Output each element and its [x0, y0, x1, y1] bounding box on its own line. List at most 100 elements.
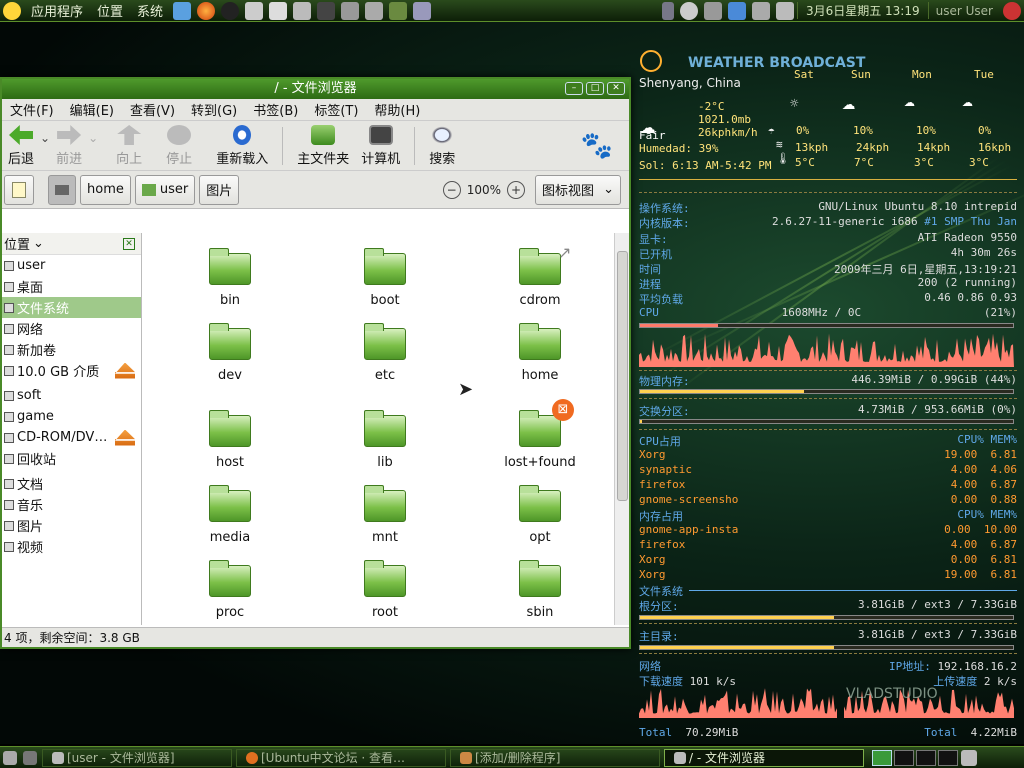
stop-button[interactable]: 停止	[160, 121, 198, 167]
zoom-in-icon[interactable]: +	[507, 180, 525, 199]
file-item[interactable]: opt	[480, 485, 600, 545]
sidebar-item-user[interactable]: user	[2, 255, 141, 276]
sidebar-item-filesystem[interactable]: 文件系统	[2, 297, 141, 318]
firefox-icon[interactable]	[197, 1, 216, 20]
sidebar-item-network[interactable]: 网络	[2, 318, 141, 339]
sidebar-header[interactable]: 位置 ⌄ ✕	[2, 233, 141, 255]
trash-icon[interactable]	[961, 749, 977, 766]
minimize-button[interactable]: –	[565, 82, 583, 95]
up-button[interactable]: 向上	[110, 121, 148, 167]
workspace-4[interactable]	[938, 749, 958, 766]
keyboard-icon[interactable]	[751, 1, 770, 20]
file-item[interactable]: mnt	[325, 485, 445, 545]
home-button[interactable]: 主文件夹	[291, 121, 355, 167]
menu-bookmarks[interactable]: 书签(B)	[245, 100, 306, 119]
sidebar-item-trash[interactable]: 回收站	[2, 448, 141, 469]
disk-icon[interactable]	[269, 1, 288, 20]
back-history-chevron-icon[interactable]: ⌄	[40, 131, 50, 145]
workspace-3[interactable]	[916, 749, 936, 766]
file-item[interactable]: media	[170, 485, 290, 545]
sidebar-item-music[interactable]: 音乐	[2, 494, 141, 515]
eject-icon[interactable]	[115, 429, 135, 446]
sidebar-item-new-volume[interactable]: 新加卷	[2, 339, 141, 360]
folder-icon	[209, 560, 251, 597]
menu-edit[interactable]: 编辑(E)	[62, 100, 122, 119]
menu-tabs[interactable]: 标签(T)	[306, 100, 366, 119]
zoom-out-icon[interactable]: −	[442, 180, 461, 199]
calculator-icon[interactable]	[293, 1, 312, 20]
user-switcher[interactable]: user User	[929, 4, 1000, 18]
ubuntu-logo-icon[interactable]	[3, 1, 21, 20]
back-button[interactable]: 后退	[2, 121, 40, 167]
file-item[interactable]: proc	[170, 560, 290, 620]
tray-monitor-icon[interactable]	[703, 1, 722, 20]
path-home-button[interactable]: home	[80, 174, 131, 205]
task-firefox[interactable]: [Ubuntu中文论坛 · 查看…	[236, 748, 446, 767]
sidebar-item-soft[interactable]: soft	[2, 385, 141, 406]
console-icon[interactable]	[317, 1, 336, 20]
close-sidebar-icon[interactable]: ✕	[123, 237, 135, 250]
view-mode-select[interactable]: 图标视图 ⌄	[535, 174, 621, 205]
menu-help[interactable]: 帮助(H)	[366, 100, 428, 119]
file-item[interactable]: cdrom ↗	[480, 243, 600, 308]
sidebar-item-media[interactable]: 10.0 GB 介质	[2, 360, 141, 381]
menu-go[interactable]: 转到(G)	[183, 100, 245, 119]
task-file-browser-root[interactable]: / - 文件浏览器	[664, 748, 864, 767]
file-item[interactable]: host	[170, 410, 290, 470]
sidebar-item-videos[interactable]: 视频	[2, 536, 141, 557]
file-item[interactable]: lib	[325, 410, 445, 470]
forward-history-chevron-icon[interactable]: ⌄	[88, 131, 98, 145]
window-titlebar[interactable]: / - 文件浏览器 – □ ✕	[2, 79, 629, 99]
settings-icon[interactable]	[413, 1, 432, 20]
task-file-browser-user[interactable]: [user - 文件浏览器]	[42, 748, 232, 767]
reload-button[interactable]: 重新载入	[210, 121, 274, 167]
search-button[interactable]: 搜索	[423, 121, 461, 167]
sidebar-item-pictures[interactable]: 图片	[2, 515, 141, 536]
terminal-launcher-icon[interactable]	[245, 1, 264, 20]
file-item[interactable]: dev	[170, 323, 290, 383]
menu-places[interactable]: 位置	[90, 1, 130, 20]
gear-icon[interactable]	[679, 1, 698, 20]
file-item[interactable]: lost+found ⊠	[480, 399, 600, 470]
workspace-1[interactable]	[872, 749, 892, 766]
menu-system[interactable]: 系统	[130, 1, 170, 20]
network-icon[interactable]	[173, 1, 192, 20]
camera-icon[interactable]	[341, 1, 360, 20]
file-item[interactable]: home	[480, 323, 600, 383]
sidebar-item-desktop[interactable]: 桌面	[2, 276, 141, 297]
file-item[interactable]: etc	[325, 323, 445, 383]
menu-applications[interactable]: 应用程序	[24, 1, 90, 20]
show-desktop-icon[interactable]	[3, 750, 17, 765]
scrollbar-thumb[interactable]	[617, 251, 628, 501]
menu-file[interactable]: 文件(F)	[2, 100, 62, 119]
power-icon[interactable]	[1003, 1, 1021, 20]
path-root-button[interactable]	[48, 174, 76, 205]
path-pictures-button[interactable]: 图片	[199, 174, 240, 205]
sidebar-item-documents[interactable]: 文档	[2, 473, 141, 494]
sidebar-item-game[interactable]: game	[2, 406, 141, 427]
maximize-button[interactable]: □	[586, 82, 604, 95]
file-item[interactable]: bin	[170, 248, 290, 308]
eject-icon[interactable]	[115, 362, 135, 379]
update-icon[interactable]	[727, 1, 746, 20]
volume-icon[interactable]	[775, 1, 794, 20]
task-add-remove[interactable]: [添加/删除程序]	[450, 748, 660, 767]
file-item[interactable]: boot	[325, 248, 445, 308]
qq-icon[interactable]	[221, 1, 240, 20]
menu-view[interactable]: 查看(V)	[122, 100, 183, 119]
path-user-button[interactable]: user	[134, 174, 196, 205]
forward-button[interactable]: 前进	[50, 121, 88, 167]
close-button[interactable]: ✕	[607, 82, 625, 95]
process-cpu: 19.00	[944, 568, 978, 581]
computer-button[interactable]: 计算机	[355, 121, 406, 167]
file-item[interactable]: sbin	[480, 560, 600, 620]
system-monitor-icon[interactable]	[389, 1, 408, 20]
vertical-scrollbar[interactable]	[614, 233, 629, 625]
file-item[interactable]: root	[325, 560, 445, 620]
window-list-icon[interactable]	[23, 750, 37, 765]
workspace-2[interactable]	[894, 749, 914, 766]
text-editor-icon[interactable]	[365, 1, 384, 20]
edit-location-button[interactable]	[4, 174, 34, 205]
clock[interactable]: 3月6日星期五 13:19	[796, 2, 929, 19]
sidebar-item-cdrom[interactable]: CD-ROM/DV…	[2, 427, 141, 448]
